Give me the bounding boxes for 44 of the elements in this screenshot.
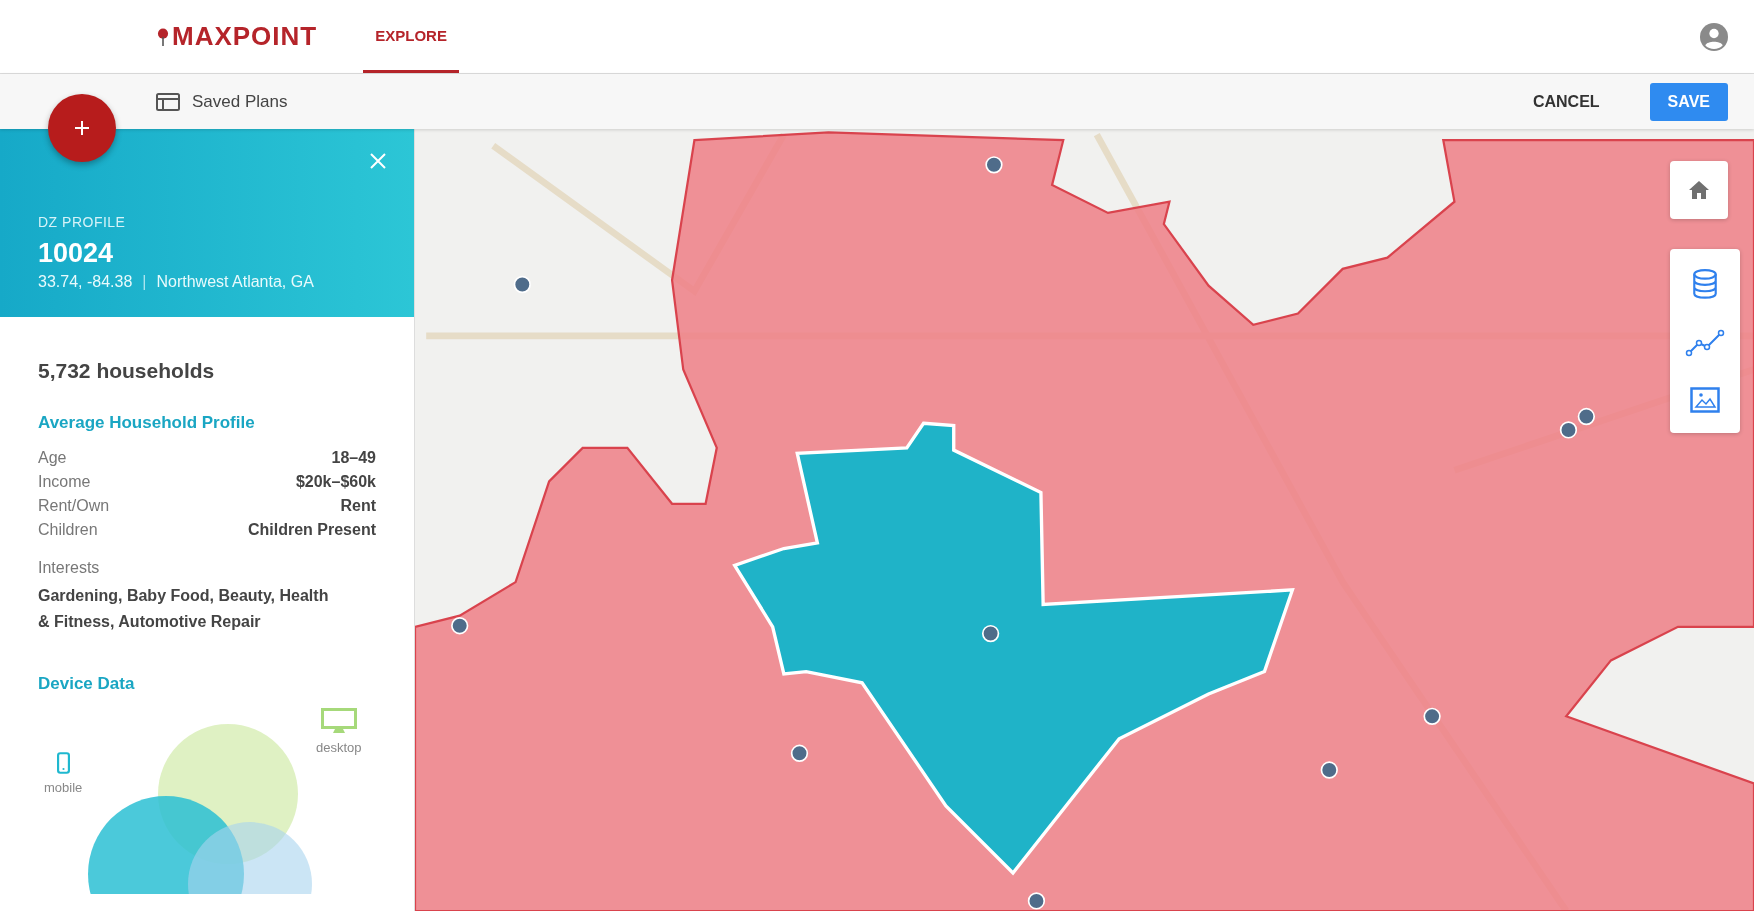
logo: MAXPOINT xyxy=(156,0,318,73)
user-avatar-icon[interactable] xyxy=(1700,22,1728,51)
plus-icon xyxy=(72,118,92,138)
attribute-value: 18–49 xyxy=(331,449,376,467)
attribute-value: $20k–$60k xyxy=(295,473,376,491)
attribute-value: Rent xyxy=(340,497,376,515)
map-pin[interactable] xyxy=(790,744,809,762)
add-button[interactable] xyxy=(48,94,116,162)
pin-icon xyxy=(156,27,170,46)
section-title: Device Data xyxy=(38,674,136,695)
map-pin[interactable] xyxy=(1577,407,1595,426)
section-label: DZ PROFILE xyxy=(38,214,127,230)
section-title: Average Household Profile xyxy=(38,413,256,433)
separator: | xyxy=(142,273,147,291)
cancel-button[interactable]: CANCEL xyxy=(1518,84,1614,119)
interests-text: Gardening, Baby Food, Beauty, Health & Fitness, Automotive Repair xyxy=(38,586,330,632)
map-pin[interactable] xyxy=(1320,761,1338,779)
attribute-label: Age xyxy=(38,449,67,467)
line-chart-icon[interactable] xyxy=(1685,329,1725,357)
map-pin[interactable] xyxy=(451,617,469,635)
location: Northwest Atlanta, GA xyxy=(156,273,314,291)
coordinates: 33.74, -84.38 xyxy=(38,273,133,291)
home-icon xyxy=(1687,178,1711,202)
attribute-value: Children Present xyxy=(247,521,376,539)
device-label: desktop xyxy=(316,740,362,756)
device-label: mobile xyxy=(44,780,83,796)
attribute-label: Children xyxy=(38,521,98,539)
zone-number: 10024 xyxy=(38,238,115,269)
image-icon[interactable] xyxy=(1690,387,1720,413)
phone-icon xyxy=(56,752,70,775)
interests-label: Interests xyxy=(38,559,101,577)
attribute-label: Income xyxy=(38,473,91,491)
table-icon xyxy=(156,91,180,112)
map-pin[interactable] xyxy=(981,624,1000,643)
home-button[interactable] xyxy=(1670,161,1728,219)
saved-plans-link[interactable]: Saved Plans xyxy=(192,91,288,112)
map-pin[interactable] xyxy=(1027,892,1046,910)
desktop-icon xyxy=(319,708,358,735)
map-pin[interactable] xyxy=(1559,421,1578,439)
map-pin[interactable] xyxy=(1423,707,1441,725)
households-count: 5,732 households xyxy=(38,359,216,383)
attribute-label: Rent/Own xyxy=(38,497,110,515)
database-icon[interactable] xyxy=(1692,269,1718,299)
map-pin[interactable] xyxy=(985,156,1003,174)
